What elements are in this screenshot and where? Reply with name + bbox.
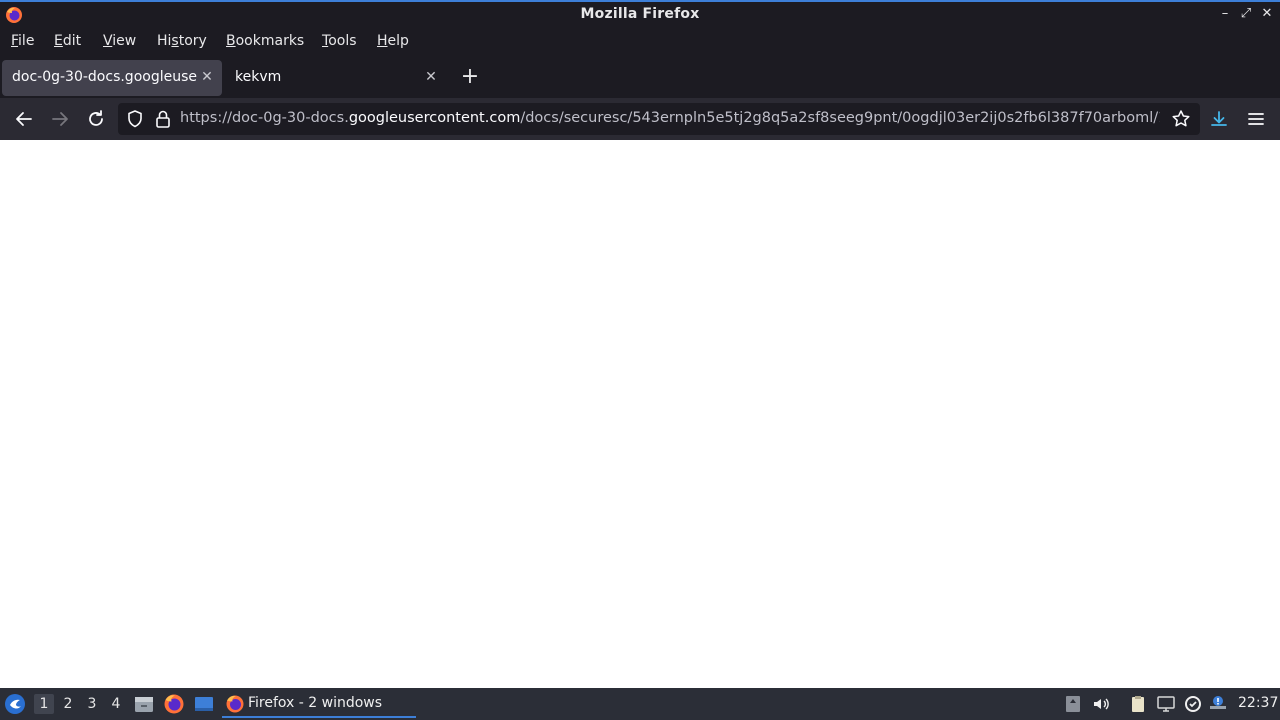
desktop-icon[interactable] bbox=[193, 693, 215, 715]
firefox-launcher-icon[interactable] bbox=[163, 693, 185, 715]
workspace-3[interactable]: 3 bbox=[82, 694, 102, 714]
menu-view[interactable]: View bbox=[103, 33, 136, 49]
firefox-task-icon bbox=[226, 695, 244, 713]
page-content[interactable] bbox=[0, 140, 1280, 688]
back-arrow-icon[interactable] bbox=[12, 107, 36, 131]
downloads-icon[interactable] bbox=[1208, 108, 1230, 130]
reload-icon[interactable] bbox=[84, 107, 108, 131]
close-window-button[interactable]: ✕ bbox=[1258, 5, 1276, 23]
bookmark-star-icon[interactable] bbox=[1170, 108, 1192, 130]
workspace-4[interactable]: 4 bbox=[106, 694, 126, 714]
update-icon[interactable] bbox=[1183, 694, 1203, 714]
menu-tools[interactable]: Tools bbox=[322, 33, 357, 49]
url-path: /docs/securesc/543ernpln5e5tj2g8q5a2sf8s… bbox=[520, 110, 1160, 126]
workspace-2[interactable]: 2 bbox=[58, 694, 78, 714]
url-prefix: https://doc-0g-30-docs. bbox=[180, 110, 349, 126]
task-label: Firefox - 2 windows bbox=[248, 695, 383, 711]
tracking-shield-icon[interactable] bbox=[124, 108, 146, 130]
tab-strip: doc-0g-30-docs.googleuserc ✕ kekvm ✕ bbox=[0, 56, 1280, 98]
menu-file[interactable]: File bbox=[11, 33, 34, 49]
workspace-1[interactable]: 1 bbox=[34, 694, 54, 714]
file-manager-icon[interactable] bbox=[133, 693, 155, 715]
browser-window: Mozilla Firefox – ⤢ ✕ File Edit View His… bbox=[0, 0, 1280, 720]
forward-arrow-icon[interactable] bbox=[48, 107, 72, 131]
title-bar: Mozilla Firefox – ⤢ ✕ bbox=[0, 0, 1280, 28]
clipboard-icon[interactable] bbox=[1128, 694, 1148, 714]
minimize-button[interactable]: – bbox=[1216, 5, 1234, 23]
maximize-button[interactable]: ⤢ bbox=[1237, 5, 1255, 23]
tab-label: doc-0g-30-docs.googleuserc bbox=[12, 69, 198, 85]
new-tab-button[interactable]: + bbox=[458, 66, 482, 90]
taskbar: 1 2 3 4 Firefox - 2 windows 22:37 bbox=[0, 688, 1280, 720]
menu-history[interactable]: History bbox=[157, 33, 207, 49]
hamburger-menu-icon[interactable] bbox=[1245, 108, 1267, 130]
tab-label: kekvm bbox=[235, 69, 282, 85]
volume-icon[interactable] bbox=[1091, 694, 1111, 714]
tab-googleusercontent[interactable]: doc-0g-30-docs.googleuserc ✕ bbox=[2, 60, 222, 96]
tab-kekvm[interactable]: kekvm ✕ bbox=[225, 60, 445, 96]
notification-icon[interactable] bbox=[1208, 694, 1228, 714]
window-title: Mozilla Firefox bbox=[580, 6, 700, 22]
menu-bar: File Edit View History Bookmarks Tools H… bbox=[0, 28, 1280, 56]
start-menu-icon[interactable] bbox=[4, 693, 26, 715]
close-tab-icon[interactable]: ✕ bbox=[199, 69, 215, 85]
menu-bookmarks[interactable]: Bookmarks bbox=[226, 33, 304, 49]
url-host: googleusercontent.com bbox=[348, 110, 521, 126]
lock-icon[interactable] bbox=[152, 108, 174, 130]
taskbar-firefox-task[interactable]: Firefox - 2 windows bbox=[222, 690, 416, 718]
url-text[interactable]: https://doc-0g-30-docs.googleusercontent… bbox=[180, 110, 1160, 128]
close-tab-icon[interactable]: ✕ bbox=[423, 69, 439, 85]
storage-tray-icon[interactable] bbox=[1063, 694, 1083, 714]
display-icon[interactable] bbox=[1156, 694, 1176, 714]
menu-edit[interactable]: Edit bbox=[54, 33, 81, 49]
clock: 22:37 bbox=[1238, 695, 1279, 711]
menu-help[interactable]: Help bbox=[377, 33, 409, 49]
